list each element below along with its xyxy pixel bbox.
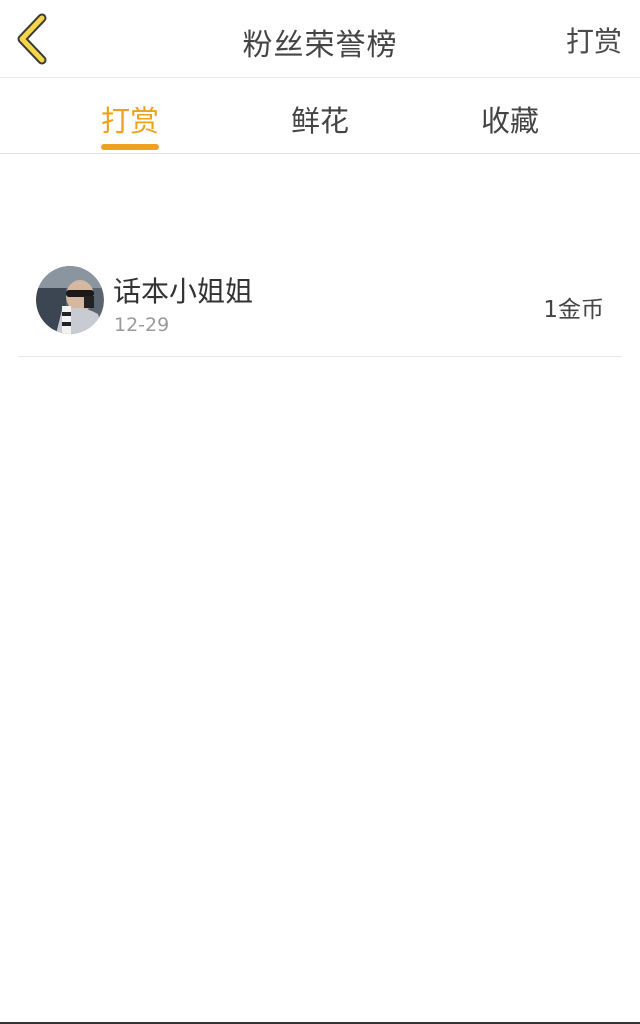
header-bar: 粉丝荣誉榜 打赏 (0, 0, 640, 78)
user-avatar-icon (36, 266, 104, 334)
tab-favorites[interactable]: 收藏 (430, 98, 590, 140)
reward-date: 12-29 (114, 314, 170, 336)
page-title: 粉丝荣誉榜 (242, 28, 398, 63)
app-root: 粉丝荣誉榜 打赏 打赏 鲜花 收藏 话本小姐姐 12-29 1金币 (0, 0, 640, 1024)
reward-amount: 1金币 (543, 297, 604, 323)
user-name: 话本小姐姐 (113, 275, 254, 308)
list-item[interactable]: 话本小姐姐 12-29 1金币 (18, 252, 622, 357)
tab-reward[interactable]: 打赏 (50, 98, 210, 140)
reward-action-button[interactable]: 打赏 (566, 20, 622, 60)
avatar[interactable] (36, 266, 104, 334)
tab-flowers[interactable]: 鲜花 (240, 98, 400, 140)
tab-bar: 打赏 鲜花 收藏 (0, 78, 640, 154)
active-tab-indicator (101, 144, 159, 150)
